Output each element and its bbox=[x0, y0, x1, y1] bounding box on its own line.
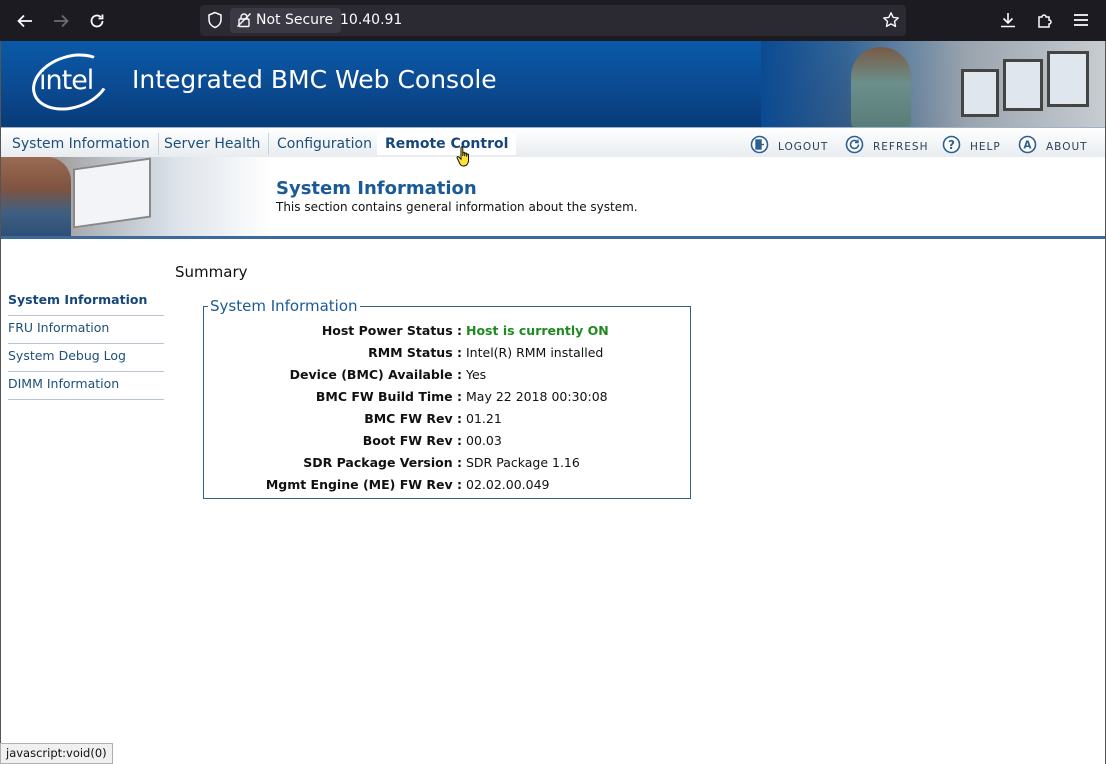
menu-icon[interactable] bbox=[1071, 10, 1091, 30]
banner-photo bbox=[761, 41, 1105, 127]
sidenav-item-system-debug-log[interactable]: System Debug Log bbox=[8, 344, 164, 372]
info-row: BMC FW Build Time : May 22 2018 00:30:08 bbox=[204, 386, 692, 408]
reload-icon[interactable] bbox=[84, 8, 110, 34]
info-label: Boot FW Rev : bbox=[362, 433, 462, 448]
refresh-button[interactable]: REFRESH bbox=[845, 134, 928, 154]
web-page: intel Integrated BMC Web Console System … bbox=[0, 41, 1106, 764]
tab-system-information[interactable]: System Information bbox=[4, 133, 159, 155]
info-label: BMC FW Rev : bbox=[364, 411, 462, 426]
info-value: 01.21 bbox=[466, 411, 502, 426]
main-tabs: System Information Server Health Configu… bbox=[1, 127, 1105, 157]
section-description: This section contains general informatio… bbox=[276, 200, 638, 214]
about-icon: A bbox=[1018, 135, 1037, 153]
svg-text:?: ? bbox=[948, 138, 955, 152]
info-label: Host Power Status : bbox=[321, 323, 462, 338]
info-value: SDR Package 1.16 bbox=[466, 455, 580, 470]
info-row: Mgmt Engine (ME) FW Rev : 02.02.00.049 bbox=[204, 474, 692, 496]
link-status-bar: javascript:void(0) bbox=[0, 743, 113, 764]
side-navigation: System Information FRU Information Syste… bbox=[8, 288, 164, 400]
system-information-panel: System Information Host Power Status : H… bbox=[203, 297, 692, 499]
panel-legend: System Information bbox=[208, 297, 360, 315]
info-row: RMM Status : Intel(R) RMM installed bbox=[204, 342, 692, 364]
info-value: Yes bbox=[466, 367, 487, 382]
tracking-shield-icon[interactable] bbox=[206, 11, 224, 29]
info-label: Device (BMC) Available : bbox=[289, 367, 462, 382]
info-value: 02.02.00.049 bbox=[466, 477, 550, 492]
intel-logo: intel bbox=[24, 43, 118, 121]
browser-toolbar: Not Secure 10.40.91 bbox=[0, 0, 1106, 41]
sidenav-item-system-information[interactable]: System Information bbox=[8, 288, 164, 316]
help-label: HELP bbox=[970, 141, 1001, 153]
url-text[interactable]: 10.40.91 bbox=[340, 5, 402, 36]
info-value: Intel(R) RMM installed bbox=[466, 345, 604, 360]
logout-label: LOGOUT bbox=[778, 141, 829, 153]
section-header: System Information This section contains… bbox=[1, 157, 1105, 239]
intel-logo-text: intel bbox=[39, 65, 94, 96]
site-security-button[interactable]: Not Secure bbox=[230, 8, 342, 33]
not-secure-label: Not Secure bbox=[256, 12, 334, 28]
insecure-lock-icon bbox=[237, 13, 251, 28]
sidenav-item-dimm-information[interactable]: DIMM Information bbox=[8, 372, 164, 400]
info-row: Host Power Status : Host is currently ON bbox=[204, 320, 692, 342]
extensions-icon[interactable] bbox=[1035, 10, 1055, 30]
back-icon[interactable] bbox=[12, 8, 38, 34]
info-label: RMM Status : bbox=[368, 345, 462, 360]
info-value: May 22 2018 00:30:08 bbox=[466, 389, 608, 404]
about-button[interactable]: A ABOUT bbox=[1018, 134, 1088, 154]
console-title: Integrated BMC Web Console bbox=[132, 65, 497, 94]
info-label: BMC FW Build Time : bbox=[315, 389, 462, 404]
tab-server-health[interactable]: Server Health bbox=[156, 133, 270, 155]
sidenav-item-fru-information[interactable]: FRU Information bbox=[8, 316, 164, 344]
header-banner: intel Integrated BMC Web Console bbox=[1, 41, 1105, 127]
logout-button[interactable]: LOGOUT bbox=[750, 134, 828, 154]
info-row: SDR Package Version : SDR Package 1.16 bbox=[204, 452, 692, 474]
address-bar[interactable]: Not Secure 10.40.91 bbox=[200, 5, 906, 36]
info-row: BMC FW Rev : 01.21 bbox=[204, 408, 692, 430]
logout-icon bbox=[750, 135, 769, 153]
refresh-icon bbox=[845, 135, 864, 153]
tab-remote-control[interactable]: Remote Control bbox=[377, 133, 517, 155]
host-power-status-value: Host is currently ON bbox=[466, 323, 609, 338]
section-header-photo bbox=[1, 157, 271, 236]
help-button[interactable]: ? HELP bbox=[942, 134, 1001, 154]
about-label: ABOUT bbox=[1046, 141, 1088, 153]
info-row: Boot FW Rev : 00.03 bbox=[204, 430, 692, 452]
downloads-icon[interactable] bbox=[998, 10, 1018, 30]
summary-heading: Summary bbox=[175, 263, 248, 281]
section-title: System Information bbox=[276, 178, 477, 199]
forward-icon[interactable] bbox=[48, 8, 74, 34]
hand-pointer-cursor-icon bbox=[456, 146, 469, 167]
tab-configuration[interactable]: Configuration bbox=[269, 133, 381, 155]
refresh-label: REFRESH bbox=[873, 141, 929, 153]
help-icon: ? bbox=[942, 135, 961, 153]
info-row: Device (BMC) Available : Yes bbox=[204, 364, 692, 386]
svg-text:A: A bbox=[1023, 139, 1032, 151]
bookmark-star-icon[interactable] bbox=[882, 11, 900, 29]
info-value: 00.03 bbox=[466, 433, 502, 448]
info-label: SDR Package Version : bbox=[303, 455, 462, 470]
info-label: Mgmt Engine (ME) FW Rev : bbox=[265, 477, 462, 492]
